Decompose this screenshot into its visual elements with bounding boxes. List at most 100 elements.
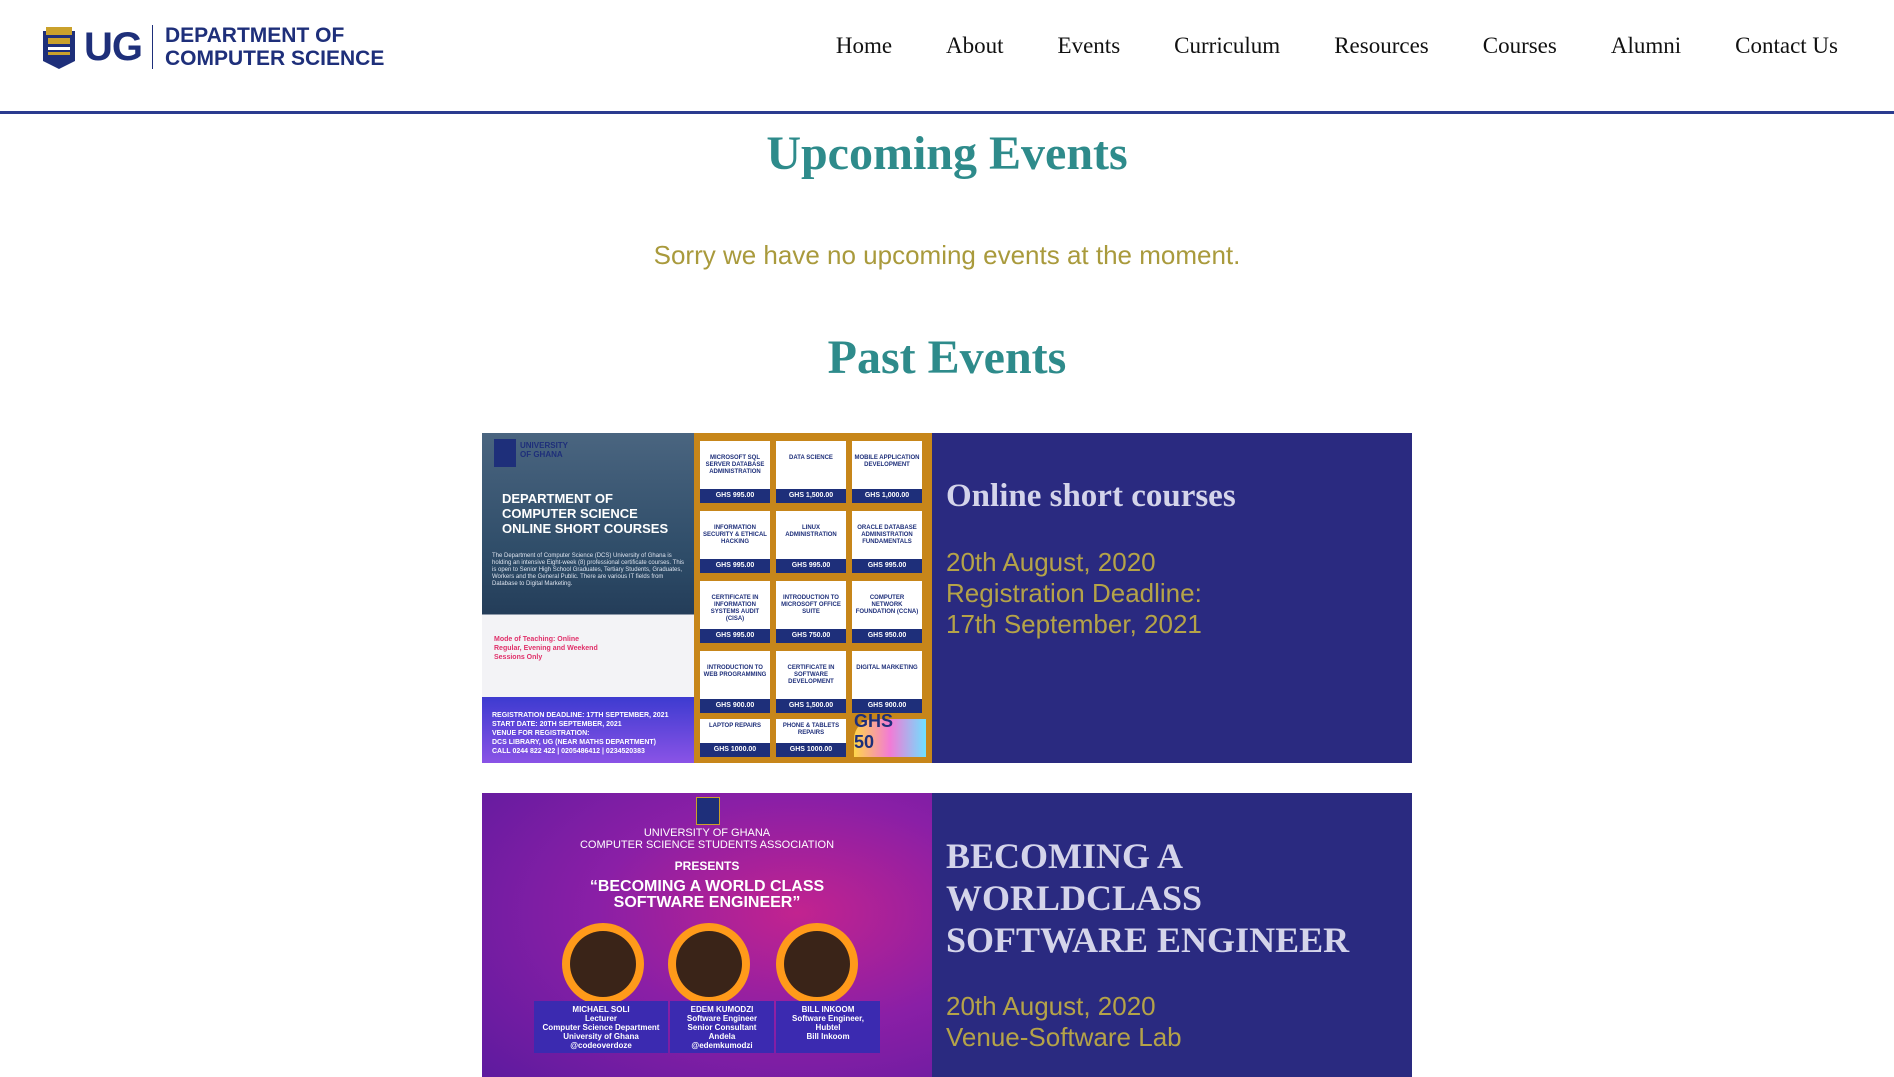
speaker-name: BILL INKOOM [801,1005,855,1014]
speaker-photo [776,923,858,1005]
speaker-face [570,931,636,997]
poster-org-line-2: COMPUTER SCIENCE STUDENTS ASSOCIATION [579,839,835,851]
course-tile: DATA SCIENCE GHS 1,500.00 [776,441,846,503]
poster-dates: REGISTRATION DEADLINE: 17TH SEPTEMBER, 2… [492,711,668,756]
main-navigation: Home About Events Curriculum Resources C… [782,30,1838,62]
event-title[interactable]: BECOMING A WORLDCLASS SOFTWARE ENGINEER [946,835,1398,961]
past-event-card[interactable]: UNIVERSITY OF GHANA COMPUTER SCIENCE STU… [482,793,1412,1077]
logo-abbreviation: UG [84,25,143,69]
speaker-face [676,931,742,997]
event-registration-label: Registration Deadline: [946,578,1202,608]
course-price: GHS 995.00 [700,559,770,573]
poster-talk-line-1: “BECOMING A WORLD CLASS [589,878,825,895]
course-price: GHS 900.00 [700,699,770,713]
course-tile: INTRODUCTION TO WEB PROGRAMMING GHS 900.0… [700,651,770,713]
poster-mode-line: Sessions Only [494,654,543,661]
course-tile: INFORMATION SECURITY & ETHICAL HACKING GH… [700,511,770,573]
nav-about[interactable]: About [946,30,1004,62]
site-header: UG DEPARTMENT OF COMPUTER SCIENCE Home A… [0,0,1894,114]
course-tile: CERTIFICATE IN INFORMATION SYSTEMS AUDIT… [700,581,770,643]
course-name: ORACLE DATABASE ADMINISTRATION FUNDAMENT… [857,525,917,545]
poster-date-line: REGISTRATION DEADLINE: 17TH SEPTEMBER, 2… [492,712,669,719]
nav-home[interactable]: Home [836,30,892,62]
speaker-name: EDEM KUMODZI [690,1005,754,1014]
speaker-org-2: Andela [708,1032,736,1041]
nav-contact-us[interactable]: Contact Us [1735,30,1838,62]
course-name: INFORMATION SECURITY & ETHICAL HACKING [703,525,767,545]
poster-teaching-mode: Mode of Teaching: Online Regular, Evenin… [494,635,598,662]
poster-venue-line: VENUE FOR REGISTRATION: [492,730,590,737]
poster-heading-line: COMPUTER SCIENCE [502,506,638,521]
poster-heading-line: ONLINE SHORT COURSES [502,521,669,536]
poster-blurb: The Department of Computer Science (DCS)… [492,553,684,587]
poster-venue-line: DCS LIBRARY, UG (NEAR MATHS DEPARTMENT) [492,739,656,746]
speaker-photo [562,923,644,1005]
speaker-org-2: University of Ghana [563,1032,639,1041]
department-line-2: COMPUTER SCIENCE [165,47,385,70]
course-name: LINUX ADMINISTRATION [785,525,837,538]
speaker-org: Senior Consultant [687,1023,757,1032]
speaker-handle: @codeoverdoze [570,1041,632,1050]
course-name: INTRODUCTION TO MICROSOFT OFFICE SUITE [781,595,841,615]
nav-resources[interactable]: Resources [1334,30,1429,62]
course-tile: MICROSOFT SQL SERVER DATABASE ADMINISTRA… [700,441,770,503]
course-name: CERTIFICATE IN SOFTWARE DEVELOPMENT [787,665,835,685]
event-poster-software-engineer[interactable]: UNIVERSITY OF GHANA COMPUTER SCIENCE STU… [482,793,932,1077]
course-price: GHS 995.00 [852,559,922,573]
speaker-details: BILL INKOOM Software Engineer, Hubtel Bi… [776,1005,880,1041]
nav-events[interactable]: Events [1058,30,1121,62]
poster-talk-line-2: SOFTWARE ENGINEER” [613,894,801,911]
poster-presents: PRESENTS [674,859,740,873]
poster-brand: UNIVERSITY OF GHANA [520,441,568,459]
speaker-face [784,931,850,997]
poster-mode-line: Mode of Teaching: Online [494,636,580,643]
course-name: MICROSOFT SQL SERVER DATABASE ADMINISTRA… [705,455,765,475]
nav-alumni[interactable]: Alumni [1611,30,1681,62]
course-tile: CERTIFICATE IN SOFTWARE DEVELOPMENT GHS 1… [776,651,846,713]
course-price: GHS 995.00 [776,559,846,573]
course-name: DATA SCIENCE [789,455,833,461]
poster-date-line: START DATE: 20TH SEPTEMBER, 2021 [492,721,622,728]
course-price: GHS 995.00 [700,489,770,503]
poster-crest-icon [494,439,516,467]
event-date: 20th August, 2020 [946,991,1156,1021]
site-logo[interactable]: UG DEPARTMENT OF COMPUTER SCIENCE [42,22,384,72]
speaker-details: EDEM KUMODZI Software Engineer Senior Co… [670,1005,774,1050]
poster-org-line-1: UNIVERSITY OF GHANA [643,827,771,839]
registration-fee-badge: GHS 50 [854,711,926,757]
department-name: DEPARTMENT OF COMPUTER SCIENCE [165,24,384,70]
poster-course-grid: MICROSOFT SQL SERVER DATABASE ADMINISTRA… [694,433,932,763]
event-poster-short-courses[interactable]: UNIVERSITY OF GHANA DEPARTMENT OF COMPUT… [482,433,932,763]
course-price: GHS 1,500.00 [776,699,846,713]
course-tile: PHONE & TABLETS REPAIRS GHS 1000.00 [776,719,846,757]
course-tile: LINUX ADMINISTRATION GHS 995.00 [776,511,846,573]
event-title[interactable]: Online short courses [946,475,1398,517]
no-upcoming-events-message: Sorry we have no upcoming events at the … [653,240,1241,270]
course-name: INTRODUCTION TO WEB PROGRAMMING [703,665,767,678]
course-price: GHS 1,500.00 [776,489,846,503]
past-event-card[interactable]: UNIVERSITY OF GHANA DEPARTMENT OF COMPUT… [482,433,1412,763]
speaker-photo [668,923,750,1005]
nav-courses[interactable]: Courses [1483,30,1557,62]
nav-curriculum[interactable]: Curriculum [1174,30,1280,62]
course-price: GHS 1000.00 [776,743,846,757]
university-crest-icon [43,27,75,69]
course-name: CERTIFICATE IN INFORMATION SYSTEMS AUDIT… [710,595,760,622]
registration-fee: GHS 50 [854,711,894,752]
course-price: GHS 1,000.00 [852,489,922,503]
speaker-handle: Bill Inkoom [806,1032,850,1041]
past-events-heading: Past Events [827,331,1067,384]
poster-crest-icon [696,797,720,825]
course-tile: MOBILE APPLICATION DEVELOPMENT GHS 1,000.… [852,441,922,503]
course-tile: INTRODUCTION TO MICROSOFT OFFICE SUITE GH… [776,581,846,643]
speaker-handle: @edemkumodzi [691,1041,753,1050]
course-name: COMPUTER NETWORK FOUNDATION (CCNA) [855,595,919,615]
course-price: GHS 1000.00 [700,743,770,757]
poster-heading: DEPARTMENT OF COMPUTER SCIENCE ONLINE SH… [502,491,668,536]
course-price: GHS 750.00 [776,629,846,643]
speaker-name: MICHAEL SOLI [572,1005,630,1014]
event-info: Online short courses 20th August, 2020 R… [932,433,1412,763]
course-name: PHONE & TABLETS REPAIRS [782,723,840,736]
department-line-1: DEPARTMENT OF [165,24,345,47]
course-tile: DIGITAL MARKETING GHS 900.00 [852,651,922,713]
